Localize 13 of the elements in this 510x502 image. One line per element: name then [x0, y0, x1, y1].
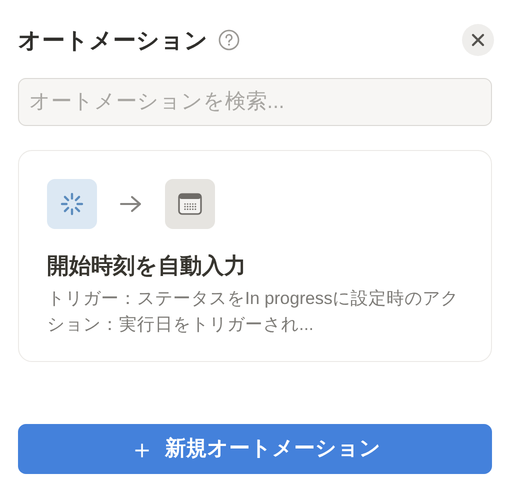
automation-card[interactable]: 開始時刻を自動入力 トリガー：ステータスをIn progressに設定時のアクション：実行日をトリガーされ...: [18, 150, 492, 362]
automation-title: 開始時刻を自動入力: [47, 252, 247, 280]
arrow-icon: [119, 194, 143, 214]
new-automation-button[interactable]: ＋ 新規オートメーション: [18, 424, 492, 474]
loading-icon: [59, 191, 85, 217]
plus-icon: ＋: [129, 436, 155, 462]
close-icon: [471, 33, 485, 47]
close-button[interactable]: [462, 24, 494, 56]
panel-title: オートメーション: [18, 26, 208, 55]
automation-description: トリガー：ステータスをIn progressに設定時のアクション：実行日をトリガーされ...: [47, 287, 460, 336]
help-icon[interactable]: [218, 29, 240, 51]
search-field[interactable]: オートメーションを検索...: [18, 78, 492, 126]
calendar-icon: [178, 193, 202, 215]
